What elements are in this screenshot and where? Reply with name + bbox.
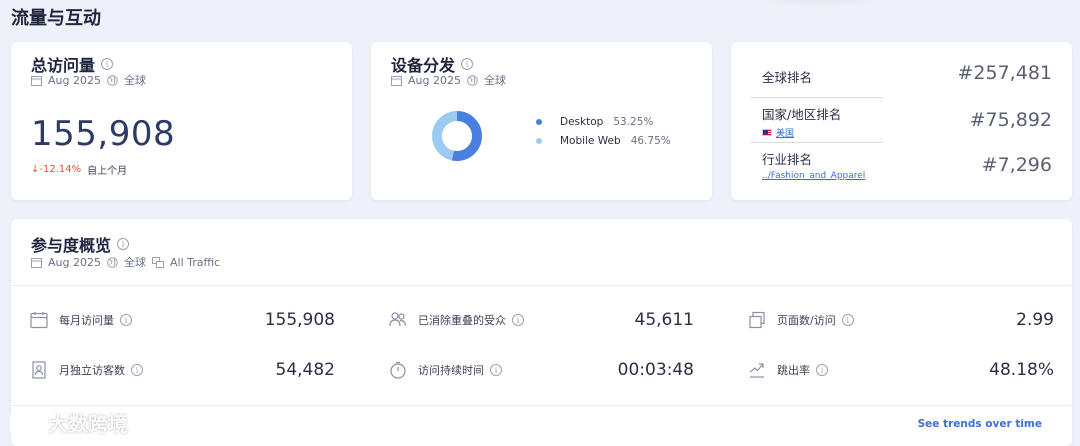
info-icon[interactable]: i <box>461 58 474 70</box>
metric-label: 页面数/访问 i <box>777 312 854 328</box>
ranking-card: 全球排名 #257,481 国家/地区排名 美国 #75,892 行业排名 ..… <box>731 42 1072 200</box>
region-label: 全球 <box>123 256 146 269</box>
calendar-icon <box>29 311 49 329</box>
divider <box>11 285 1072 286</box>
device-donut-chart <box>432 111 482 161</box>
metric-pages-per-visit: 页面数/访问 i 2.99 <box>747 305 1054 335</box>
traffic-label: All Traffic <box>169 255 221 269</box>
info-icon[interactable]: i <box>512 314 524 326</box>
country-name[interactable]: 美国 <box>776 126 794 139</box>
info-icon[interactable]: i <box>816 364 828 376</box>
industry-rank-row: 行业排名 ../Fashion_and_Apparel #7,296 <box>762 149 1052 181</box>
legend-pct: 53.25% <box>613 116 654 128</box>
watermark-logo-icon <box>9 413 43 432</box>
divider <box>11 405 1072 406</box>
metric-unique-visitors: 月独立访客数 i 54,482 <box>29 355 335 385</box>
device-meta: Aug 2025 全球 <box>391 72 506 88</box>
metric-value: 00:03:48 <box>617 360 694 380</box>
visits-change: ↓-12.14% 自上个月 <box>31 162 127 177</box>
calendar-icon <box>31 257 42 268</box>
device-distribution-card: 设备分发 i Aug 2025 全球 Desktop 53.25% Mobile… <box>371 42 712 200</box>
legend-name: Desktop <box>560 116 604 128</box>
globe-icon <box>107 256 118 268</box>
metric-value: 2.99 <box>1016 310 1054 330</box>
legend-dot <box>536 138 542 144</box>
calendar-icon <box>31 75 42 86</box>
device-legend: Desktop 53.25% Mobile Web 46.75% <box>536 116 671 154</box>
info-icon[interactable]: i <box>117 238 130 250</box>
metric-label: 访问持续时间 i <box>418 362 502 378</box>
info-icon[interactable]: i <box>490 364 502 376</box>
total-visits-value: 155,908 <box>31 114 176 154</box>
watermark-text: 大数跨境 <box>48 412 128 436</box>
metric-visit-duration: 访问持续时间 i 00:03:48 <box>388 355 694 385</box>
metric-value: 54,482 <box>275 360 335 380</box>
info-icon[interactable]: i <box>841 314 854 326</box>
info-icon[interactable]: i <box>120 314 132 326</box>
metric-deduplicated-audience: 已消除重叠的受众 i 45,611 <box>388 305 694 335</box>
users-icon <box>388 311 408 329</box>
traffic-icon <box>151 256 164 268</box>
metric-label: 每月访问量 i <box>59 312 132 328</box>
metric-value: 155,908 <box>264 310 335 330</box>
engagement-title-row: 参与度概览 i <box>31 232 130 256</box>
legend-dot <box>536 119 542 125</box>
country-rank-value: #75,892 <box>969 109 1052 131</box>
globe-icon <box>467 74 478 86</box>
section-title: 流量与互动 <box>11 8 101 29</box>
metric-monthly-visits: 每月访问量 i 155,908 <box>29 305 335 335</box>
info-icon[interactable]: i <box>101 58 114 70</box>
legend-item-desktop: Desktop 53.25% <box>536 116 671 128</box>
engagement-title: 参与度概览 <box>31 236 112 255</box>
legend-pct: 46.75% <box>630 135 671 147</box>
metric-value: 48.18% <box>989 360 1054 380</box>
country-rank-row: 国家/地区排名 美国 #75,892 <box>762 104 1052 139</box>
metric-value: 45,611 <box>634 310 694 330</box>
us-flag-icon <box>762 129 772 136</box>
legend-name: Mobile Web <box>560 135 621 147</box>
region-label: 全球 <box>483 74 506 87</box>
engagement-overview-card: 参与度概览 i Aug 2025 全球 All Traffic 每月访问量 i 1… <box>11 219 1072 446</box>
calendar-icon <box>391 75 402 86</box>
info-icon[interactable]: i <box>131 364 143 376</box>
bounce-icon <box>747 361 767 379</box>
total-visits-card: 总访问量 i Aug 2025 全球 155,908 ↓-12.14% 自上个月 <box>11 42 352 200</box>
rank-divider <box>750 97 883 98</box>
region-label: 全球 <box>123 74 146 87</box>
decorative-blob <box>760 0 880 4</box>
globe-icon <box>107 74 118 86</box>
date-label: Aug 2025 <box>408 73 461 87</box>
metric-label: 月独立访客数 i <box>59 362 143 378</box>
watermark: 大数跨境 <box>8 408 128 437</box>
global-rank-row: 全球排名 #257,481 <box>762 62 1052 86</box>
engagement-meta: Aug 2025 全球 All Traffic <box>31 254 220 270</box>
global-rank-value: #257,481 <box>957 62 1053 84</box>
visitor-icon <box>29 361 49 379</box>
legend-item-mobile: Mobile Web 46.75% <box>536 135 671 147</box>
date-label: Aug 2025 <box>48 73 101 87</box>
see-trends-link[interactable]: See trends over time <box>918 418 1042 430</box>
metric-label: 已消除重叠的受众 i <box>418 312 524 328</box>
industry-rank-value: #7,296 <box>981 154 1052 176</box>
total-visits-meta: Aug 2025 全球 <box>31 72 146 88</box>
timer-icon <box>388 361 408 379</box>
rank-divider <box>750 142 883 143</box>
date-label: Aug 2025 <box>48 255 101 269</box>
change-label: 自上个月 <box>87 166 128 177</box>
change-value: ↓-12.14% <box>31 164 82 175</box>
metric-label: 跳出率 i <box>777 362 828 378</box>
pages-icon <box>747 311 767 329</box>
metric-bounce-rate: 跳出率 i 48.18% <box>747 355 1054 385</box>
